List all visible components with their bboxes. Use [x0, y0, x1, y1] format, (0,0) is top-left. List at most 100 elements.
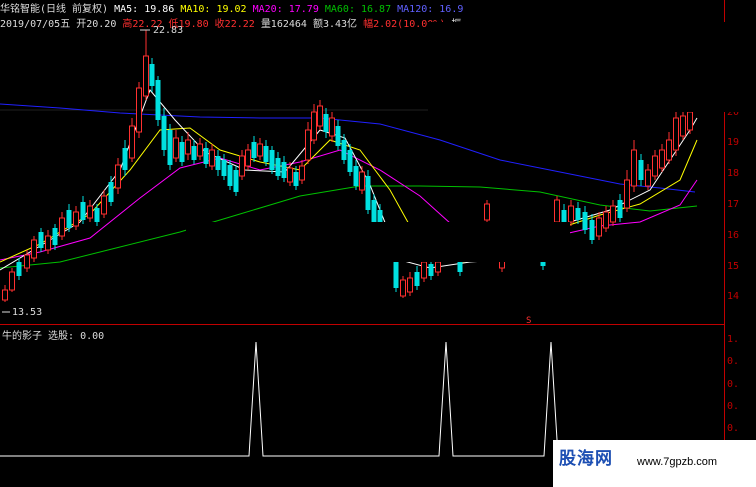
watermark-url: www.7gpzb.com	[637, 456, 718, 468]
candle-body-down	[275, 158, 281, 176]
candle-body-down	[155, 80, 161, 120]
candle-body-down	[263, 146, 269, 162]
ma5-label: MA5: 19.86	[114, 4, 175, 15]
candle-body-up	[173, 137, 179, 159]
candle-body-down	[582, 212, 588, 230]
axis-tick: 16	[727, 230, 740, 241]
candle-body-down	[269, 150, 275, 170]
candle-body-up	[311, 111, 317, 141]
candle-body-down	[251, 142, 257, 158]
candle-body-down	[167, 130, 173, 165]
candle-body-down	[293, 172, 299, 186]
candle-body-up	[407, 277, 413, 293]
candle-body-down	[38, 232, 44, 248]
candle-body-down	[233, 170, 239, 192]
candle-body-up	[305, 129, 311, 161]
candle-body-down	[414, 272, 420, 286]
indicator-axis-tick: 0.	[727, 423, 740, 434]
candle-body-up	[329, 117, 335, 137]
ma120-label: MA120: 16.9	[397, 4, 464, 15]
candle-body-up	[624, 179, 630, 209]
candle-body-down	[161, 116, 167, 150]
candle-body-down	[179, 142, 185, 162]
candle-body-down	[347, 150, 353, 172]
candle-body-up	[359, 171, 365, 191]
candle-body-down	[335, 126, 341, 146]
candle-body-up	[652, 155, 658, 177]
candle-body-down	[66, 210, 72, 228]
candle-body-down	[365, 176, 371, 210]
candle-body-down	[393, 260, 399, 288]
candle-body-down	[428, 264, 434, 276]
candle-body-up	[136, 87, 142, 133]
candle-body-up	[400, 279, 406, 297]
indicator-axis-tick: 0.	[727, 401, 740, 412]
candle-body-down	[371, 200, 377, 222]
candle-body-up	[484, 203, 490, 221]
candle-body-down	[341, 140, 347, 160]
candle-body-up	[645, 169, 651, 187]
candle-body-up	[603, 211, 609, 229]
candle-body-up	[245, 149, 251, 167]
indicator-axis-tick: 0.	[727, 356, 740, 367]
candle-body-up	[239, 155, 245, 177]
indicator-axis-tick: 1.	[727, 334, 740, 345]
candle-body-up	[31, 239, 37, 259]
candle-body-down	[617, 200, 623, 218]
candle-body-up	[9, 271, 15, 291]
axis-tick: 17	[727, 199, 740, 210]
candle-body-up	[185, 139, 191, 155]
candle-body-up	[24, 254, 30, 269]
axis-tick: 14	[727, 291, 740, 302]
candle-body-up	[317, 105, 323, 127]
low-marker: 13.53	[12, 307, 42, 318]
candle-body-down	[52, 228, 58, 245]
candle-body-up	[687, 111, 693, 131]
candle-body-down	[80, 202, 86, 220]
candle-body-up	[596, 217, 602, 237]
candle-body-up	[673, 117, 679, 151]
candle-body-down	[457, 262, 463, 272]
candle-body-up	[87, 205, 93, 219]
candle-body-down	[323, 114, 329, 132]
candle-body-down	[108, 182, 114, 202]
candle-body-down	[353, 166, 359, 186]
candle-body-up	[421, 261, 427, 279]
watermark-logo: 股海网	[559, 449, 613, 469]
signal-line	[0, 341, 724, 457]
candle-body-up	[287, 167, 293, 183]
candle-body-up	[101, 195, 107, 215]
candle-body-up	[659, 149, 665, 169]
axis-tick: 15	[727, 261, 740, 272]
ma-legend: 华铭智能(日线 前复权) MA5: 19.86 MA10: 19.02 MA20…	[0, 0, 756, 15]
candle-body-down	[191, 146, 197, 160]
candle-body-down	[575, 208, 581, 220]
candle-body-down	[16, 262, 22, 276]
candle-body-up	[59, 217, 65, 237]
candle-body-up	[554, 199, 560, 223]
candle-body-down	[215, 156, 221, 170]
candle-body-down	[227, 165, 233, 186]
candle-body-up	[610, 205, 616, 223]
candle-body-up	[680, 115, 686, 137]
candle-body-up	[197, 143, 203, 157]
candle-body-down	[589, 220, 595, 240]
candle-body-down	[122, 148, 128, 170]
indicator-axis-tick: 0.	[727, 379, 740, 390]
candle-body-up	[631, 149, 637, 187]
candle-body-up	[568, 205, 574, 223]
candle-body-up	[115, 164, 121, 189]
candle-body-up	[435, 261, 441, 273]
ma60-label: MA60: 16.87	[324, 4, 392, 15]
candle-body-down	[149, 64, 155, 86]
s-marker: S	[526, 316, 531, 324]
axis-tick: 19	[727, 137, 740, 148]
candle-body-up	[73, 211, 79, 227]
candle-body-up	[209, 149, 215, 167]
candle-body-down	[638, 160, 644, 180]
watermark: 股海网 www.7gpzb.com	[553, 440, 756, 487]
candle-body-down	[281, 162, 287, 178]
candle-body-up	[143, 55, 149, 97]
candle-body-down	[203, 148, 209, 164]
occlusion-center	[186, 222, 570, 262]
